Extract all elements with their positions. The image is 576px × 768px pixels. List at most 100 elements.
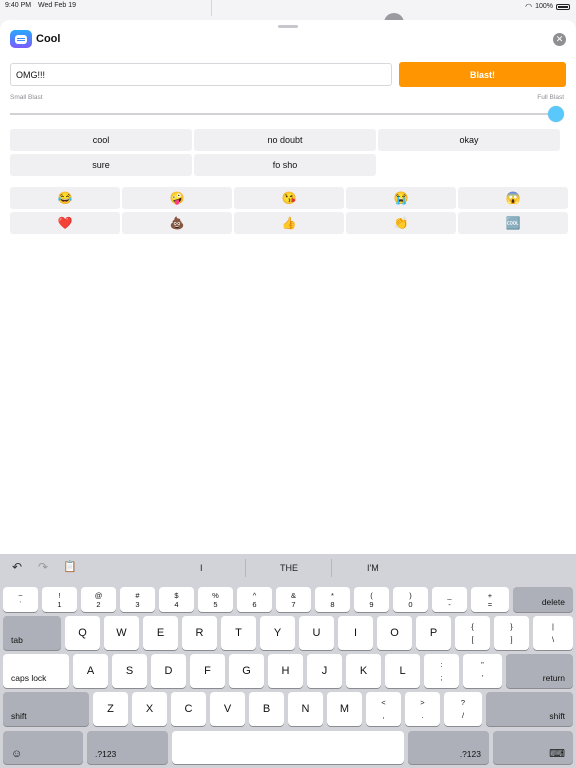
key-n[interactable]: N — [288, 692, 323, 726]
close-button[interactable]: ✕ — [553, 33, 566, 46]
phrase-button-fo-sho[interactable]: fo sho — [194, 154, 376, 176]
key-9[interactable]: (9 — [354, 587, 389, 612]
key-u[interactable]: U — [299, 616, 334, 650]
key-w[interactable]: W — [104, 616, 139, 650]
key-z[interactable]: Z — [93, 692, 128, 726]
key-7[interactable]: & 7 — [276, 587, 311, 612]
paste-icon[interactable]: 📋 — [63, 560, 77, 573]
key-colon[interactable]: :; — [424, 654, 459, 688]
key-a[interactable]: A — [73, 654, 108, 688]
key-upper: $ — [174, 591, 179, 600]
key-letter: L — [399, 665, 406, 677]
key-3[interactable]: #3 — [120, 587, 155, 612]
key-letter: V — [223, 703, 232, 715]
key-letter: O — [390, 627, 399, 639]
key-letter: E — [156, 627, 165, 639]
phrase-button-okay[interactable]: okay — [378, 129, 560, 151]
key-f[interactable]: F — [190, 654, 225, 688]
redo-icon[interactable]: ↷ — [38, 560, 48, 574]
key-c[interactable]: C — [171, 692, 206, 726]
suggestion-2[interactable]: THE — [280, 563, 298, 573]
key-i[interactable]: I — [338, 616, 373, 650]
tab-key[interactable]: tab — [3, 616, 61, 650]
emoji-button-heart[interactable]: ❤️ — [10, 212, 120, 234]
phrase-button-cool[interactable]: cool — [10, 129, 192, 151]
emoji-button-zany[interactable]: 🤪 — [122, 187, 232, 209]
key-l[interactable]: L — [385, 654, 420, 688]
key-e[interactable]: E — [143, 616, 178, 650]
key-greater-than[interactable]: >. — [405, 692, 440, 726]
key-t[interactable]: T — [221, 616, 256, 650]
shift-left-key[interactable]: shift — [3, 692, 89, 726]
key-x[interactable]: X — [132, 692, 167, 726]
key-m[interactable]: M — [327, 692, 362, 726]
emoji-button-clap[interactable]: 👏 — [346, 212, 456, 234]
emoji-button-cool[interactable]: 🆒 — [458, 212, 568, 234]
emoji-button-joy[interactable]: 😂 — [10, 187, 120, 209]
key-8[interactable]: * 8 — [315, 587, 350, 612]
key-left-brace[interactable]: {[ — [455, 616, 490, 650]
return-key[interactable]: return — [506, 654, 573, 688]
key-h[interactable]: H — [268, 654, 303, 688]
key-r[interactable]: R — [182, 616, 217, 650]
app-title: Cool — [36, 33, 61, 45]
emoji-button-scream[interactable]: 😱 — [458, 187, 568, 209]
key-q[interactable]: Q — [65, 616, 100, 650]
emoji-button-kiss[interactable]: 😘 — [234, 187, 344, 209]
key-k[interactable]: K — [346, 654, 381, 688]
blast-button[interactable]: Blast! — [399, 62, 566, 87]
key-upper: # — [135, 591, 140, 600]
key-d[interactable]: D — [151, 654, 186, 688]
key-5[interactable]: % 5 — [198, 587, 233, 612]
hide-keyboard-key[interactable]: ⌨ — [493, 731, 573, 764]
delete-key[interactable]: delete — [513, 587, 573, 612]
message-input[interactable] — [10, 63, 392, 86]
key-j[interactable]: J — [307, 654, 342, 688]
key-y[interactable]: Y — [260, 616, 295, 650]
numbers-key-left[interactable]: .?123 — [87, 731, 168, 764]
phrase-button-no-doubt[interactable]: no doubt — [194, 129, 376, 151]
key-upper: * — [331, 591, 334, 600]
key-letter: D — [164, 665, 173, 677]
key-upper: + — [487, 591, 493, 600]
sheet-grabber[interactable] — [278, 25, 298, 28]
key-b[interactable]: B — [249, 692, 284, 726]
key-right-brace[interactable]: }] — [494, 616, 529, 650]
key-quote[interactable]: " ' — [463, 654, 502, 688]
key-6[interactable]: ^ 6 — [237, 587, 272, 612]
key-tilde[interactable]: ~ ` — [3, 587, 38, 612]
key-letter: H — [281, 665, 290, 677]
undo-icon[interactable]: ↶ — [12, 560, 22, 574]
key-1[interactable]: ! 1 — [42, 587, 77, 612]
key-pipe[interactable]: | \ — [533, 616, 573, 650]
key-question[interactable]: ? / — [444, 692, 482, 726]
key-4[interactable]: $4 — [159, 587, 194, 612]
key-lower: 4 — [174, 600, 179, 609]
key-letter: G — [242, 665, 251, 677]
key-minus[interactable]: _ - — [432, 587, 467, 612]
blast-slider-thumb[interactable] — [548, 106, 564, 122]
key-p[interactable]: P — [416, 616, 451, 650]
blast-slider-track[interactable] — [10, 113, 556, 115]
key-g[interactable]: G — [229, 654, 264, 688]
emoji-key[interactable]: ☺ — [3, 731, 83, 764]
key-letter: S — [125, 665, 134, 677]
phrase-button-sure[interactable]: sure — [10, 154, 192, 176]
numbers-key-right[interactable]: .?123 — [408, 731, 489, 764]
key-v[interactable]: V — [210, 692, 245, 726]
key-lower: 2 — [96, 600, 101, 609]
key-s[interactable]: S — [112, 654, 147, 688]
space-bar[interactable] — [172, 731, 404, 764]
key-0[interactable]: ) 0 — [393, 587, 428, 612]
emoji-button-poop[interactable]: 💩 — [122, 212, 232, 234]
caps-lock-key[interactable]: caps lock — [3, 654, 69, 688]
key-less-than[interactable]: <, — [366, 692, 401, 726]
emoji-button-sob[interactable]: 😭 — [346, 187, 456, 209]
suggestion-1[interactable]: I — [200, 563, 203, 573]
key-equals[interactable]: + = — [471, 587, 509, 612]
emoji-button-thumbs-up[interactable]: 👍 — [234, 212, 344, 234]
suggestion-3[interactable]: I'M — [367, 563, 379, 573]
shift-right-key[interactable]: shift — [486, 692, 573, 726]
key-2[interactable]: @2 — [81, 587, 116, 612]
key-o[interactable]: O — [377, 616, 412, 650]
